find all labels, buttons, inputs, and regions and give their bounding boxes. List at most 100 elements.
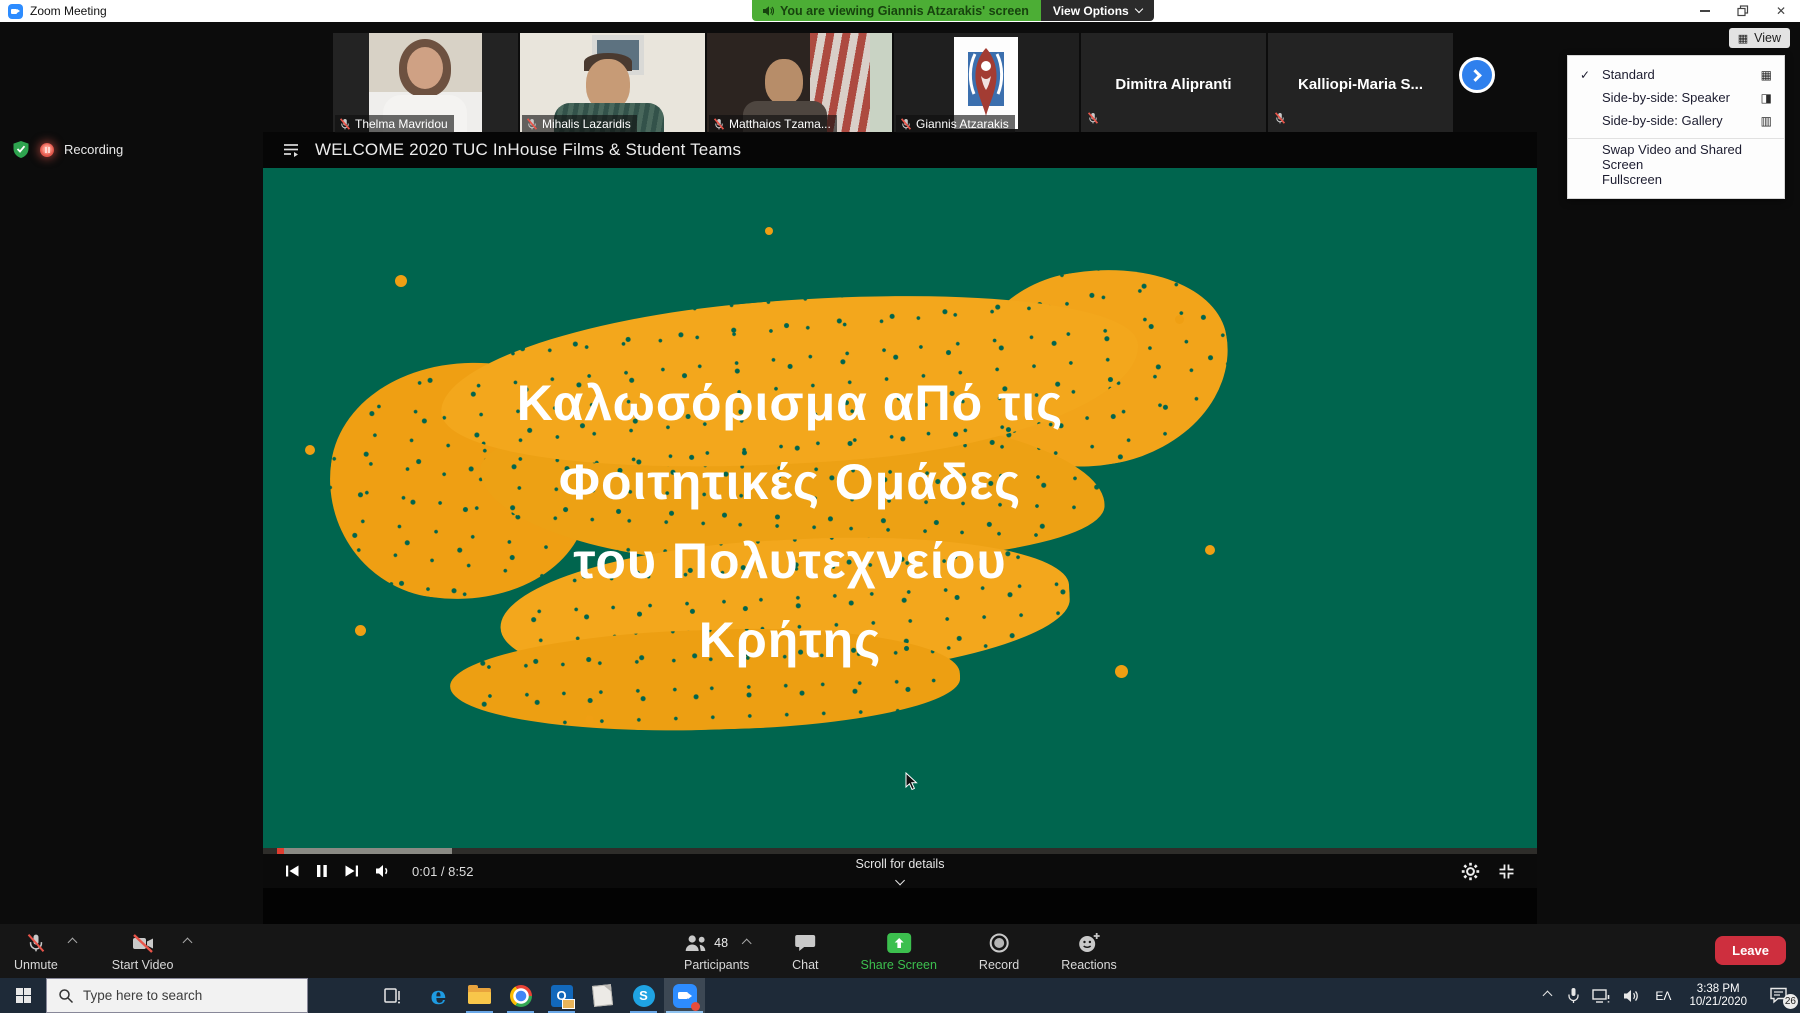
- notification-dot: [691, 1002, 700, 1011]
- chevron-up-icon[interactable]: [742, 938, 752, 948]
- tray-volume-button[interactable]: [1616, 978, 1646, 1013]
- participant-tile-kalliopi[interactable]: Kalliopi-Maria S...: [1268, 33, 1453, 135]
- screen-share-banner: You are viewing Giannis Atzarakis' scree…: [752, 0, 1154, 21]
- menu-item-swap[interactable]: Swap Video and Shared Screen: [1568, 145, 1784, 168]
- scroll-hint[interactable]: Scroll for details: [856, 857, 945, 889]
- system-tray: EΛ 3:38 PM10/21/2020 26: [1534, 978, 1800, 1013]
- speaker-icon: [762, 5, 774, 17]
- video-title: WELCOME 2020 TUC InHouse Films & Student…: [315, 140, 741, 160]
- participant-tile-mihalis[interactable]: Mihalis Lazaridis: [520, 33, 705, 135]
- view-grid-icon: ▦: [1738, 33, 1748, 44]
- chat-button[interactable]: Chat: [792, 931, 818, 972]
- tray-mic-button[interactable]: [1560, 978, 1586, 1013]
- participant-tile-matthaios[interactable]: Matthaios Tzama...: [707, 33, 892, 135]
- close-icon[interactable]: ✕: [1762, 0, 1800, 22]
- start-button[interactable]: [0, 978, 46, 1013]
- menu-item-sbs-speaker[interactable]: Side-by-side: Speaker ◨: [1568, 86, 1784, 109]
- minimize-icon[interactable]: [1686, 0, 1724, 22]
- mic-muted-icon: [339, 118, 351, 130]
- record-button[interactable]: Record: [979, 931, 1019, 972]
- exit-fullscreen-icon[interactable]: [1498, 863, 1515, 880]
- mic-muted-icon: [900, 118, 912, 130]
- language-indicator[interactable]: EΛ: [1646, 978, 1680, 1013]
- menu-item-label: Side-by-side: Speaker: [1602, 90, 1730, 105]
- pause-icon[interactable]: [316, 864, 328, 878]
- taskbar-outlook-icon[interactable]: O: [541, 978, 582, 1013]
- chrome-icon: [510, 985, 532, 1007]
- caption-line-1: Καλωσόρισμα αΠό τις: [263, 364, 1317, 443]
- participants-count: 48: [714, 936, 728, 950]
- reactions-button[interactable]: Reactions: [1061, 931, 1117, 972]
- skype-icon: S: [633, 985, 655, 1007]
- settings-gear-icon[interactable]: [1461, 862, 1480, 881]
- playlist-icon[interactable]: [283, 142, 301, 158]
- taskbar-zoom-icon[interactable]: [664, 978, 705, 1013]
- participant-name-badge: Matthaios Tzama...: [709, 115, 837, 133]
- view-options-button[interactable]: View Options: [1041, 0, 1154, 21]
- action-center-button[interactable]: 26: [1756, 978, 1800, 1013]
- participant-name: Giannis Atzarakis: [916, 117, 1009, 131]
- tray-volume-icon: [1623, 989, 1640, 1003]
- chevron-up-icon[interactable]: [67, 938, 77, 948]
- menu-item-fullscreen[interactable]: Fullscreen: [1568, 168, 1784, 191]
- menu-item-label: Side-by-side: Gallery: [1602, 113, 1723, 128]
- taskbar-chrome-icon[interactable]: [500, 978, 541, 1013]
- video-frame[interactable]: Καλωσόρισμα αΠό τις Φοιτητικές Ομάδες το…: [263, 168, 1537, 884]
- clock-time: 3:38 PM: [1689, 983, 1747, 996]
- share-screen-label: Share Screen: [860, 958, 936, 972]
- menu-divider: [1568, 138, 1784, 139]
- taskbar-edge-icon[interactable]: e: [418, 978, 459, 1013]
- taskbar-clock[interactable]: 3:38 PM10/21/2020: [1680, 978, 1756, 1013]
- taskbar-skype-icon[interactable]: S: [623, 978, 664, 1013]
- zoom-meeting-window: Zoom Meeting ✕ You are viewing Giannis A…: [0, 0, 1800, 1013]
- participants-button[interactable]: 48 Participants: [683, 931, 750, 972]
- video-window-titlebar: WELCOME 2020 TUC InHouse Films & Student…: [263, 132, 1537, 168]
- banner-message-area: You are viewing Giannis Atzarakis' scree…: [752, 0, 1041, 21]
- record-label: Record: [979, 958, 1019, 972]
- tray-network-button[interactable]: [1586, 978, 1616, 1013]
- participants-icon: [683, 933, 709, 953]
- start-video-label: Start Video: [112, 958, 174, 972]
- window-controls: ✕: [1686, 0, 1800, 22]
- reactions-label: Reactions: [1061, 958, 1117, 972]
- search-input[interactable]: [47, 979, 307, 1012]
- recording-dot-icon[interactable]: [40, 143, 54, 157]
- zoom-taskbar-icon: [673, 984, 697, 1008]
- tray-hidden-icons-button[interactable]: [1534, 978, 1560, 1013]
- participant-name: Mihalis Lazaridis: [542, 117, 631, 131]
- sbs-gallery-icon: ▥: [1761, 114, 1772, 128]
- view-button[interactable]: ▦ View: [1729, 28, 1790, 48]
- task-view-button[interactable]: [372, 978, 412, 1013]
- leave-button[interactable]: Leave: [1715, 936, 1786, 965]
- participant-tile-dimitra[interactable]: Dimitra Alipranti: [1081, 33, 1266, 135]
- participant-tile-thelma[interactable]: Thelma Mavridou: [333, 33, 518, 135]
- chevron-up-icon[interactable]: [183, 938, 193, 948]
- mic-muted-icon: [26, 931, 46, 955]
- outlook-icon: O: [551, 985, 573, 1007]
- participant-name-badge: Giannis Atzarakis: [896, 115, 1015, 133]
- caption-line-4: Κρήτης: [263, 601, 1317, 680]
- next-participants-arrow[interactable]: [1459, 57, 1495, 93]
- restore-icon[interactable]: [1724, 0, 1762, 22]
- taskbar-notes-icon[interactable]: [582, 978, 623, 1013]
- zoom-app-icon: [8, 4, 23, 19]
- volume-icon[interactable]: [375, 864, 392, 878]
- participant-tile-giannis[interactable]: Giannis Atzarakis: [894, 33, 1079, 135]
- unmute-button[interactable]: Unmute: [14, 931, 58, 972]
- taskbar-explorer-icon[interactable]: [459, 978, 500, 1013]
- participant-name: Kalliopi-Maria S...: [1268, 33, 1453, 135]
- edge-icon: e: [431, 983, 447, 1008]
- share-screen-button[interactable]: Share Screen: [860, 931, 936, 972]
- video-caption: Καλωσόρισμα αΠό τις Φοιτητικές Ομάδες το…: [263, 364, 1317, 680]
- windows-logo-icon: [16, 988, 31, 1003]
- chevron-up-icon: [1542, 991, 1552, 1001]
- previous-track-icon[interactable]: [285, 864, 300, 878]
- mouse-cursor: [905, 772, 918, 791]
- start-video-button[interactable]: Start Video: [112, 931, 174, 972]
- view-button-label: View: [1754, 31, 1781, 45]
- taskbar-search[interactable]: [46, 978, 308, 1013]
- menu-item-sbs-gallery[interactable]: Side-by-side: Gallery ▥: [1568, 109, 1784, 132]
- menu-item-standard[interactable]: ✓ Standard ▦: [1568, 63, 1784, 86]
- next-track-icon[interactable]: [344, 864, 359, 878]
- notification-badge: 26: [1783, 994, 1798, 1009]
